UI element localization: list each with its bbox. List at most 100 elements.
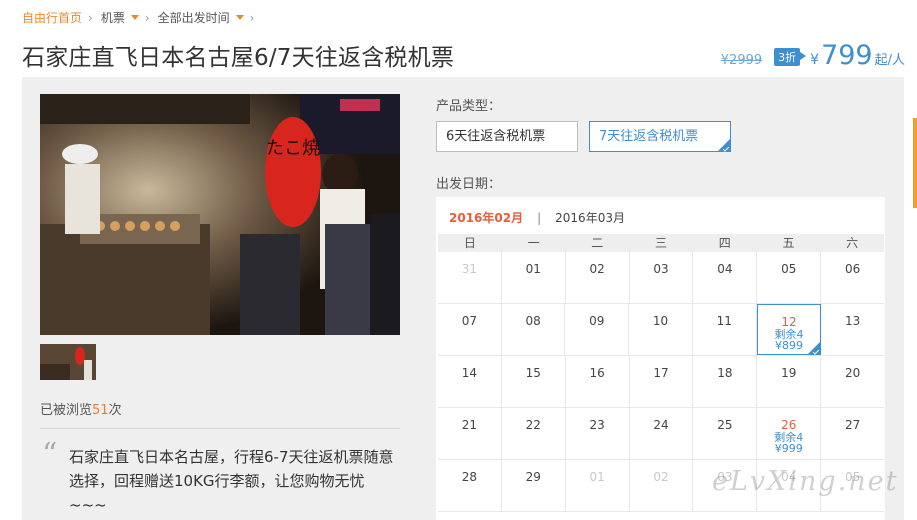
type-option-7day[interactable]: 7天往返含税机票 [589,121,731,152]
calendar-day[interactable]: 22 [502,408,566,459]
weekday-label: 一 [527,236,540,250]
month-tab-feb[interactable]: 2016年02月 [449,209,523,226]
discount-badge: 3折 [774,48,807,66]
calendar-day[interactable]: 11 [693,304,757,355]
day-number: 02 [653,470,669,484]
month-separator: | [537,210,542,225]
day-number: 03 [653,262,669,276]
current-price: 799 [821,40,873,71]
day-number: 17 [653,366,669,380]
calendar-day[interactable]: 04 [693,252,758,303]
chevron-right-icon: › [144,10,150,25]
product-type-label: 产品类型： [436,99,502,114]
chevron-right-icon: › [88,10,93,25]
type-option-label: 7天往返含税机票 [599,129,699,144]
calendar-day[interactable]: 17 [630,356,694,407]
day-number: 22 [525,418,541,432]
day-number: 29 [525,470,541,484]
price-box: ¥2999 3折 ¥ 799 起/人 [721,40,905,71]
weekday-label: 二 [591,236,604,250]
calendar-weekday-header: 日 一 二 三 四 五 六 [438,234,884,252]
calendar-day[interactable]: 18 [693,356,758,407]
day-number: 04 [717,262,733,276]
day-number: 12 [781,315,797,329]
lantern-text: たこ焼 [266,138,320,159]
calendar-day-available[interactable]: 26 剩余4 ¥999 [757,408,822,459]
calendar-month-tabs: 2016年02月 | 2016年03月 [449,209,625,226]
calendar-day[interactable]: 14 [438,356,502,407]
calendar-day[interactable]: 20 [821,356,884,407]
breadcrumb-departure-dropdown[interactable]: 全部出发时间 [158,9,244,26]
day-number: 20 [844,366,861,380]
day-number: 10 [652,314,669,328]
calendar-day[interactable]: 25 [693,408,758,459]
main-photo: たこ焼 [40,94,400,335]
calendar-day-selected[interactable]: 12 剩余4 ¥899 [756,304,822,355]
day-number: 15 [525,366,541,380]
day-number: 27 [844,418,861,432]
calendar-day[interactable]: 02 [630,460,694,511]
day-number: 08 [525,314,541,328]
type-option-label: 6天往返含税机票 [446,129,546,144]
calendar-day[interactable]: 03 [630,252,694,303]
day-number: 16 [589,366,605,380]
calendar-day[interactable]: 16 [566,356,630,407]
calendar-day[interactable]: 01 [502,252,566,303]
calendar-day[interactable]: 27 [821,408,884,459]
day-number: 07 [461,314,477,328]
breadcrumb-flights-label: 机票 [100,11,125,25]
calendar-week-row: 21 22 23 24 25 26 剩余4 ¥999 27 [438,408,884,460]
day-number: 19 [781,366,797,380]
view-count-suffix: 次 [108,403,122,418]
calendar-day[interactable]: 21 [438,408,502,459]
calendar-day[interactable]: 06 [821,252,884,303]
view-count-number: 51 [92,403,109,418]
day-number: 28 [461,470,478,484]
calendar-day[interactable]: 01 [566,460,630,511]
calendar-day[interactable]: 08 [502,304,566,355]
calendar-day[interactable]: 05 [757,252,822,303]
calendar-day[interactable]: 31 [438,252,502,303]
currency-symbol: ¥ [810,52,820,68]
type-option-6day[interactable]: 6天往返含税机票 [436,121,578,152]
calendar-day[interactable]: 10 [629,304,693,355]
day-number: 26 [781,418,797,432]
day-number: 01 [589,470,605,484]
photo-thumbnail[interactable] [40,344,96,380]
calendar-week-row: 31 01 02 03 04 05 06 [438,252,884,304]
calendar-day[interactable]: 15 [502,356,566,407]
day-number: 21 [461,418,478,432]
weekday-label: 四 [718,236,731,250]
day-number: 09 [589,314,605,328]
calendar-day[interactable]: 13 [821,304,884,355]
breadcrumb-flights-dropdown[interactable]: 机票 [101,9,139,26]
calendar-day[interactable]: 07 [438,304,502,355]
view-count-prefix: 已被浏览 [40,403,93,418]
caret-down-icon [130,15,139,20]
day-number: 02 [589,262,605,276]
breadcrumb-home-link[interactable]: 自由行首页 [22,9,82,26]
calendar-day[interactable]: 19 [757,356,822,407]
original-price: ¥2999 [720,53,763,68]
month-tab-mar[interactable]: 2016年03月 [555,209,625,226]
calendar-day[interactable]: 02 [566,252,630,303]
day-number: 14 [461,366,478,380]
day-number: 01 [525,262,541,276]
view-count: 已被浏览51次 [40,399,122,418]
weekday-label: 五 [782,236,795,250]
calendar-day[interactable]: 28 [438,460,502,511]
side-scroll-tab[interactable] [913,118,917,208]
calendar-week-row: 07 08 09 10 11 12 剩余4 ¥899 13 [438,304,884,356]
breadcrumb-departure-label: 全部出发时间 [157,11,230,25]
departure-date-label: 出发日期： [436,177,502,192]
day-number: 31 [461,262,478,276]
calendar-day[interactable]: 24 [630,408,694,459]
weekday-label: 三 [655,236,668,250]
calendar-day[interactable]: 23 [566,408,630,459]
chevron-right-icon: › [249,10,255,25]
day-number: 23 [589,418,605,432]
price-unit: 起/人 [874,53,905,68]
night-market-photo: たこ焼 [40,94,400,335]
calendar-day[interactable]: 09 [565,304,630,355]
calendar-day[interactable]: 29 [502,460,566,511]
